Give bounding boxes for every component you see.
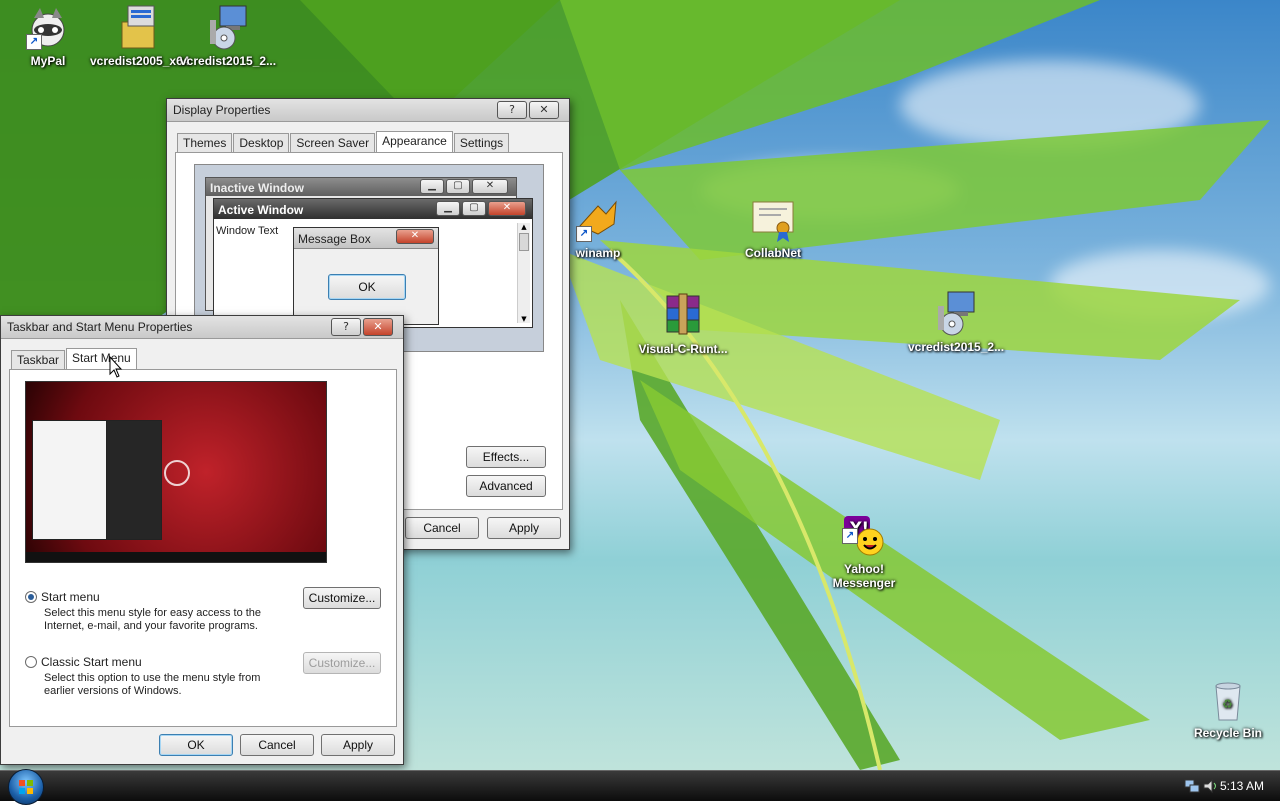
start-menu-option-desc: Select this menu style for easy access t… [44, 607, 262, 619]
titlebar[interactable]: Display Properties ? ✕ [167, 99, 569, 122]
desktop-icon-yahoo-messenger[interactable]: Y! ↗ Yahoo! Messenger [816, 484, 912, 604]
classic-start-menu-option-desc: earlier versions of Windows. [44, 685, 182, 697]
customize-classic-menu-button: Customize... [303, 652, 381, 674]
taskbar: 5:13 AM [0, 769, 1280, 805]
taskbar-start-menu-properties-window: Taskbar and Start Menu Properties ? ✕ Ta… [0, 315, 404, 765]
desktop-icon-visual-c-runtime[interactable]: Visual-C-Runt... [635, 292, 731, 356]
tab-themes[interactable]: Themes [177, 133, 233, 153]
close-icon: ✕ [488, 201, 526, 216]
svg-text:♻: ♻ [1222, 697, 1233, 711]
setup-disc-icon [204, 4, 252, 52]
message-box-ok-button: OK [328, 274, 406, 300]
customize-start-menu-button[interactable]: Customize... [303, 587, 381, 609]
certificate-icon [749, 196, 797, 244]
volume-icon[interactable] [1202, 778, 1218, 794]
effects-button[interactable]: Effects... [466, 446, 546, 468]
clock[interactable]: 5:13 AM [1220, 779, 1264, 793]
yahoo-messenger-icon: Y! ↗ [840, 498, 888, 556]
tab-appearance[interactable]: Appearance [376, 131, 453, 154]
icon-label: MyPal [30, 54, 66, 68]
start-menu-option-desc: Internet, e-mail, and your favorite prog… [44, 620, 258, 632]
close-icon: ✕ [396, 229, 434, 244]
icon-label: CollabNet [744, 246, 801, 260]
classic-start-menu-radio[interactable] [25, 656, 37, 668]
help-button[interactable]: ? [331, 318, 361, 336]
start-menu-panel: Start menu Select this menu style for ea… [9, 369, 397, 727]
window-title: Taskbar and Start Menu Properties [7, 320, 193, 334]
shortcut-arrow-icon: ↗ [842, 528, 858, 544]
advanced-button[interactable]: Advanced [466, 475, 546, 497]
setup-disc-icon [932, 290, 980, 338]
start-menu-radio[interactable] [25, 591, 37, 603]
tab-start-menu[interactable]: Start Menu [66, 348, 137, 371]
close-button[interactable]: ✕ [363, 318, 393, 336]
desktop-icon-vcredist2005[interactable]: vcredist2005_x64 [90, 4, 190, 68]
help-button[interactable]: ? [497, 101, 527, 119]
desktop-icon-recycle-bin[interactable]: ♻ Recycle Bin [1180, 676, 1276, 740]
cancel-button[interactable]: Cancel [405, 517, 479, 539]
icon-label: Visual-C-Runt... [638, 342, 728, 356]
desktop-icon-vcredist2015-a[interactable]: vcredist2015_2... [180, 4, 276, 68]
installer-icon [114, 4, 162, 52]
icon-label: vcredist2005_x64 [90, 54, 190, 68]
raccoon-icon: ↗ [24, 4, 72, 52]
start-menu-preview-image [25, 381, 327, 563]
tab-taskbar[interactable]: Taskbar [11, 350, 66, 370]
classic-start-menu-option-desc: Select this option to use the menu style… [44, 672, 261, 684]
mouse-cursor-icon [109, 356, 123, 378]
desktop-icon-vcredist2015-b[interactable]: vcredist2015_2... [908, 290, 1004, 354]
icon-label: vcredist2015_2... [908, 340, 1005, 354]
window-text-sample: Window Text [216, 225, 279, 237]
start-menu-option-label: Start menu [41, 590, 100, 604]
network-icon[interactable] [1184, 778, 1200, 794]
tab-desktop[interactable]: Desktop [233, 133, 290, 153]
message-box-preview: Message Box ✕ OK [293, 227, 439, 325]
icon-label: Yahoo! Messenger [832, 562, 896, 590]
ok-button[interactable]: OK [159, 734, 233, 756]
maximize-icon: ▢ [446, 179, 470, 194]
desktop-icon-mypal[interactable]: ↗ MyPal [0, 4, 96, 68]
classic-start-menu-option-label: Classic Start menu [41, 655, 142, 669]
cancel-button[interactable]: Cancel [240, 734, 314, 756]
minimize-icon: ▁ [436, 201, 460, 216]
desktop-icon-collabnet[interactable]: CollabNet [725, 196, 821, 260]
titlebar[interactable]: Taskbar and Start Menu Properties ? ✕ [1, 316, 403, 339]
inactive-window-title: Inactive Window [210, 181, 304, 195]
apply-button[interactable]: Apply [321, 734, 395, 756]
windows-logo-icon [19, 780, 33, 794]
maximize-icon: ▢ [462, 201, 486, 216]
message-box-title: Message Box [298, 232, 371, 246]
tab-screen-saver[interactable]: Screen Saver [290, 133, 376, 153]
window-title: Display Properties [173, 103, 271, 117]
minimize-icon: ▁ [420, 179, 444, 194]
shortcut-arrow-icon: ↗ [576, 226, 592, 242]
icon-label: vcredist2015_2... [180, 54, 277, 68]
apply-button[interactable]: Apply [487, 517, 561, 539]
recycle-bin-icon: ♻ [1204, 676, 1252, 724]
shortcut-arrow-icon: ↗ [26, 34, 42, 50]
tab-settings[interactable]: Settings [453, 133, 510, 153]
active-window-title: Active Window [218, 203, 304, 217]
close-button[interactable]: ✕ [529, 101, 559, 119]
winamp-icon: ↗ [574, 196, 622, 244]
close-icon: ✕ [472, 179, 508, 194]
icon-label: Recycle Bin [1193, 726, 1263, 740]
preview-scrollbar: ▲ ▼ [517, 223, 530, 323]
winrar-archive-icon [659, 292, 707, 340]
